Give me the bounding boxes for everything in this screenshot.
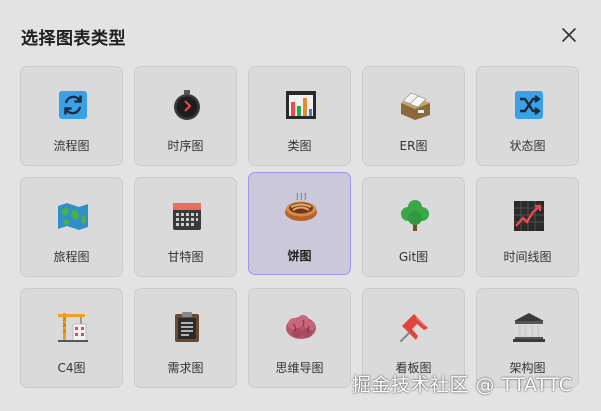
map-icon [55, 198, 91, 234]
bar-chart-icon [283, 87, 319, 123]
chart-type-requirement[interactable]: 需求图 [134, 288, 237, 388]
chart-type-label: 饼图 [287, 249, 312, 263]
chart-type-label: 旅程图 [53, 250, 90, 264]
file-box-icon [397, 87, 433, 123]
chart-type-label: C4图 [57, 361, 86, 375]
calendar-icon [169, 198, 205, 234]
chart-type-label: 时序图 [167, 139, 204, 153]
chart-type-c4[interactable]: C4图 [20, 288, 123, 388]
trend-chart-icon [511, 198, 547, 234]
chart-type-label: ER图 [399, 139, 428, 153]
chart-type-label: 流程图 [53, 139, 90, 153]
chart-type-label: 需求图 [167, 361, 204, 375]
close-button[interactable] [558, 24, 580, 46]
chart-type-state[interactable]: 状态图 [476, 66, 579, 166]
chart-type-gantt[interactable]: 甘特图 [134, 177, 237, 277]
chart-type-label: 时间线图 [503, 250, 552, 264]
dialog-title: 选择图表类型 [21, 29, 126, 49]
flowchart-icon [55, 87, 91, 123]
brain-icon [283, 309, 319, 345]
close-icon[interactable] [558, 24, 580, 46]
chart-type-label: 类图 [287, 139, 312, 153]
pushpin-icon [397, 309, 433, 345]
chart-type-class[interactable]: 类图 [248, 66, 351, 166]
crane-icon [55, 309, 91, 345]
chart-type-flowchart[interactable]: 流程图 [20, 66, 123, 166]
chart-type-journey[interactable]: 旅程图 [20, 177, 123, 277]
pie-icon [283, 191, 319, 227]
chart-type-mindmap[interactable]: 思维导图 [248, 288, 351, 388]
stopwatch-icon [169, 87, 205, 123]
chart-type-timeline[interactable]: 时间线图 [476, 177, 579, 277]
chart-type-git[interactable]: Git图 [362, 177, 465, 277]
chart-type-label: 状态图 [509, 139, 546, 153]
chart-type-er[interactable]: ER图 [362, 66, 465, 166]
chart-type-label: 思维导图 [275, 361, 324, 375]
shuffle-icon [511, 87, 547, 123]
tree-icon [397, 198, 433, 234]
chart-type-label: 甘特图 [167, 250, 204, 264]
watermark-text: 掘金技术社区 @ TTATTC [352, 374, 573, 396]
chart-type-dialog: 选择图表类型 流程图 时序图 类图 ER图 状态图 旅程图 甘特图 饼图 Git… [0, 0, 601, 411]
chart-type-pie[interactable]: 饼图 [248, 172, 351, 275]
classical-building-icon [511, 309, 547, 345]
clipboard-icon [169, 309, 205, 345]
chart-type-sequence[interactable]: 时序图 [134, 66, 237, 166]
chart-type-label: Git图 [398, 250, 429, 264]
